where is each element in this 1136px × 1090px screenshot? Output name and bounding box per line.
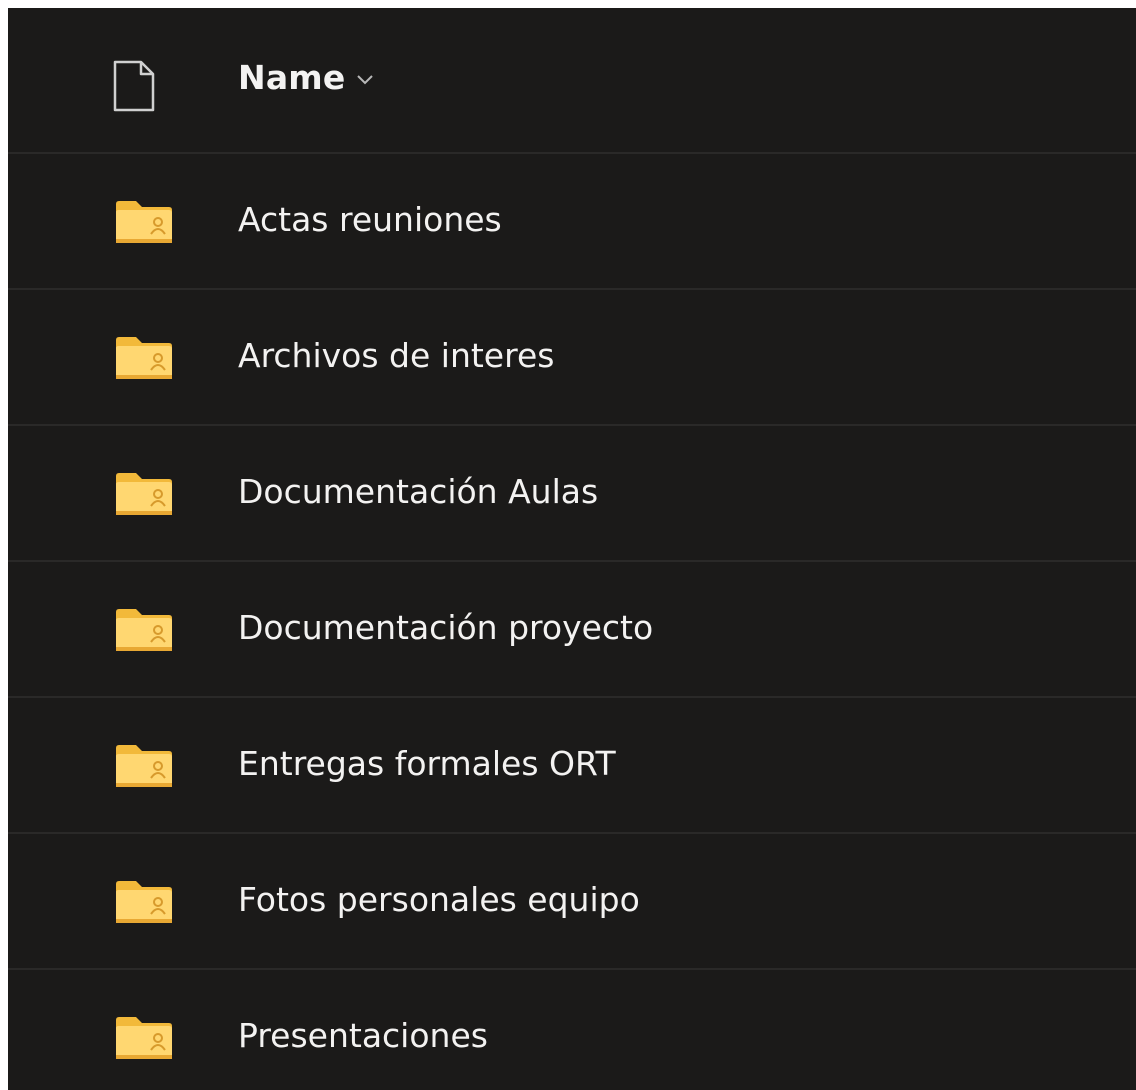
shared-folder-icon xyxy=(116,881,172,923)
shared-folder-icon xyxy=(116,745,172,787)
folder-name[interactable]: Documentación Aulas xyxy=(238,470,598,514)
folder-name[interactable]: Entregas formales ORT xyxy=(238,742,616,786)
list-item[interactable]: Actas reuniones xyxy=(8,154,1136,290)
shared-folder-icon xyxy=(116,337,172,379)
column-header-row: Name xyxy=(8,8,1136,154)
folder-name[interactable]: Presentaciones xyxy=(238,1014,488,1058)
list-item[interactable]: Entregas formales ORT xyxy=(8,698,1136,834)
chevron-down-icon xyxy=(357,74,374,84)
list-item[interactable]: Fotos personales equipo xyxy=(8,834,1136,970)
document-icon[interactable] xyxy=(112,60,156,112)
folder-name[interactable]: Fotos personales equipo xyxy=(238,878,640,922)
shared-folder-icon xyxy=(116,473,172,515)
folder-name[interactable]: Archivos de interes xyxy=(238,334,554,378)
folder-name[interactable]: Documentación proyecto xyxy=(238,606,653,650)
folder-rows: Actas reuniones Archivos de interes Docu… xyxy=(8,154,1136,1090)
shared-folder-icon xyxy=(116,609,172,651)
list-item[interactable]: Documentación Aulas xyxy=(8,426,1136,562)
list-item[interactable]: Documentación proyecto xyxy=(8,562,1136,698)
shared-folder-icon xyxy=(116,1017,172,1059)
folder-name[interactable]: Actas reuniones xyxy=(238,198,502,242)
file-list: Name Actas reuniones Archivos de interes… xyxy=(8,8,1136,1090)
list-item[interactable]: Presentaciones xyxy=(8,970,1136,1090)
list-item[interactable]: Archivos de interes xyxy=(8,290,1136,426)
name-column-label: Name xyxy=(238,58,346,97)
shared-folder-icon xyxy=(116,201,172,243)
name-column-header[interactable]: Name xyxy=(238,58,374,97)
